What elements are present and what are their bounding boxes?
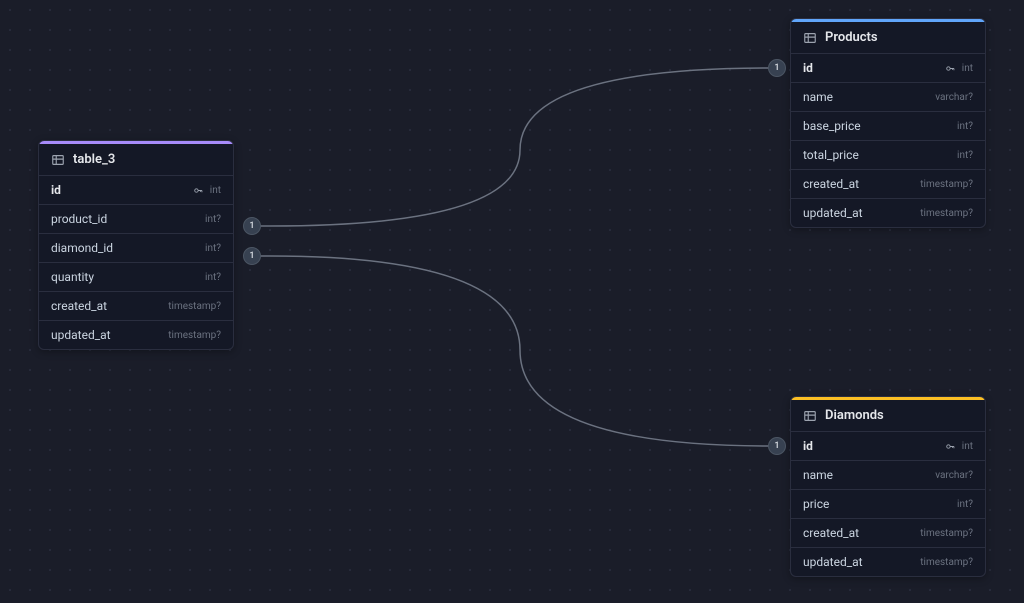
column-type: varchar? bbox=[935, 470, 973, 481]
column-row[interactable]: updated_at timestamp? bbox=[791, 548, 985, 576]
column-row[interactable]: diamond_id int? bbox=[39, 234, 233, 263]
cardinality-label: 1 bbox=[249, 251, 254, 261]
cardinality-badge: 1 bbox=[243, 217, 261, 235]
column-row[interactable]: name varchar? bbox=[791, 83, 985, 112]
column-type: int? bbox=[205, 243, 221, 254]
column-name: product_id bbox=[51, 212, 107, 226]
table-name: Diamonds bbox=[825, 408, 884, 423]
column-type: int? bbox=[957, 499, 973, 510]
key-icon bbox=[945, 441, 956, 452]
column-type: timestamp? bbox=[920, 528, 973, 539]
column-row[interactable]: created_at timestamp? bbox=[791, 519, 985, 548]
column-type: int bbox=[962, 63, 973, 74]
column-name: created_at bbox=[803, 526, 859, 540]
column-row[interactable]: quantity int? bbox=[39, 263, 233, 292]
column-name: created_at bbox=[51, 299, 107, 313]
column-type: int? bbox=[957, 150, 973, 161]
cardinality-badge: 1 bbox=[243, 247, 261, 265]
column-row[interactable]: id int bbox=[791, 54, 985, 83]
column-row[interactable]: product_id int? bbox=[39, 205, 233, 234]
column-name: diamond_id bbox=[51, 241, 113, 255]
column-type: int bbox=[210, 185, 221, 196]
column-row[interactable]: name varchar? bbox=[791, 461, 985, 490]
table-icon bbox=[803, 409, 817, 423]
column-type: int? bbox=[957, 121, 973, 132]
column-row[interactable]: id int bbox=[39, 176, 233, 205]
column-row[interactable]: created_at timestamp? bbox=[39, 292, 233, 321]
column-name: name bbox=[803, 90, 833, 104]
table-card-products[interactable]: Products id int name varchar? base_price… bbox=[790, 18, 986, 228]
table-card-table_3[interactable]: table_3 id int product_id int? diamond_i… bbox=[38, 140, 234, 350]
column-name: id bbox=[51, 183, 61, 197]
column-row[interactable]: base_price int? bbox=[791, 112, 985, 141]
column-type: varchar? bbox=[935, 92, 973, 103]
column-type: timestamp? bbox=[920, 557, 973, 568]
column-name: created_at bbox=[803, 177, 859, 191]
column-type: int bbox=[962, 441, 973, 452]
cardinality-badge: 1 bbox=[768, 437, 786, 455]
cardinality-label: 1 bbox=[774, 441, 779, 451]
column-name: total_price bbox=[803, 148, 859, 162]
cardinality-badge: 1 bbox=[768, 59, 786, 77]
column-type: timestamp? bbox=[920, 208, 973, 219]
table-header[interactable]: table_3 bbox=[39, 144, 233, 176]
column-type: timestamp? bbox=[168, 330, 221, 341]
table-icon bbox=[803, 31, 817, 45]
column-row[interactable]: updated_at timestamp? bbox=[791, 199, 985, 227]
column-type: timestamp? bbox=[168, 301, 221, 312]
table-header[interactable]: Products bbox=[791, 22, 985, 54]
cardinality-label: 1 bbox=[249, 221, 254, 231]
column-type: int? bbox=[205, 272, 221, 283]
column-name: name bbox=[803, 468, 833, 482]
table-name: table_3 bbox=[73, 152, 115, 167]
column-type: timestamp? bbox=[920, 179, 973, 190]
column-name: base_price bbox=[803, 119, 861, 133]
column-row[interactable]: price int? bbox=[791, 490, 985, 519]
column-name: id bbox=[803, 439, 813, 453]
column-name: updated_at bbox=[51, 328, 111, 342]
column-name: updated_at bbox=[803, 206, 863, 220]
column-row[interactable]: id int bbox=[791, 432, 985, 461]
column-name: updated_at bbox=[803, 555, 863, 569]
column-name: id bbox=[803, 61, 813, 75]
column-type: int? bbox=[205, 214, 221, 225]
column-row[interactable]: updated_at timestamp? bbox=[39, 321, 233, 349]
table-icon bbox=[51, 153, 65, 167]
table-card-diamonds[interactable]: Diamonds id int name varchar? price int?… bbox=[790, 396, 986, 577]
table-header[interactable]: Diamonds bbox=[791, 400, 985, 432]
cardinality-label: 1 bbox=[774, 63, 779, 73]
column-name: quantity bbox=[51, 270, 94, 284]
column-row[interactable]: total_price int? bbox=[791, 141, 985, 170]
column-row[interactable]: created_at timestamp? bbox=[791, 170, 985, 199]
column-name: price bbox=[803, 497, 829, 511]
table-name: Products bbox=[825, 30, 878, 45]
key-icon bbox=[193, 185, 204, 196]
key-icon bbox=[945, 63, 956, 74]
